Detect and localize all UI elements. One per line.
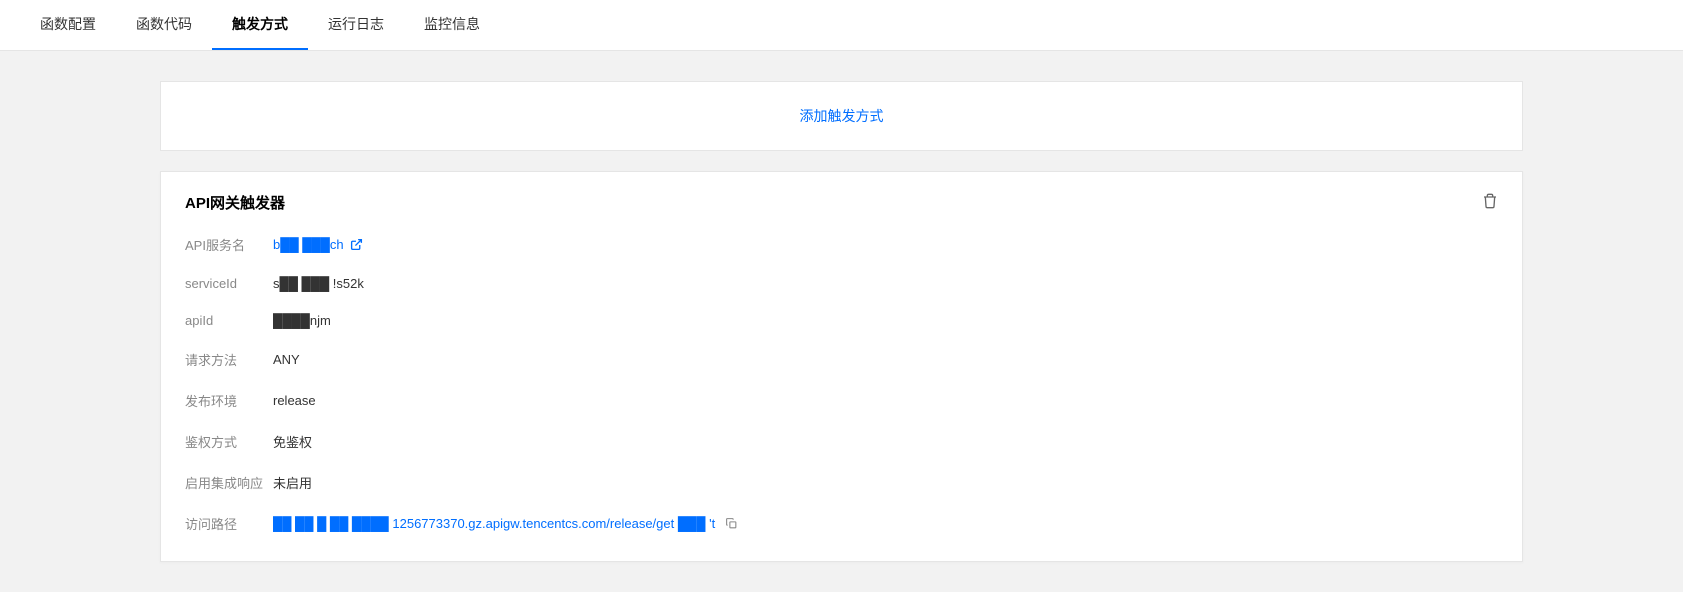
field-label: API服务名 [185, 235, 273, 254]
field-label: 鉴权方式 [185, 432, 273, 451]
tabs-bar: 函数配置 函数代码 触发方式 运行日志 监控信息 [0, 0, 1683, 51]
trigger-card: API网关触发器 API服务名 b██ ███ch [160, 171, 1523, 562]
auth-method-value: 免鉴权 [273, 432, 312, 451]
field-auth-method: 鉴权方式 免鉴权 [185, 432, 1498, 451]
field-api-id: apiId ████njm [185, 313, 1498, 328]
field-label: 访问路径 [185, 514, 273, 533]
content-area: 添加触发方式 API网关触发器 API服务名 b██ ███ch [0, 51, 1683, 592]
access-path-value: ██ ██ █ ██ ████ 1256773370.gz.apigw.tenc… [273, 516, 715, 531]
field-integration-response: 启用集成响应 未启用 [185, 473, 1498, 492]
access-path-link[interactable]: ██ ██ █ ██ ████ 1256773370.gz.apigw.tenc… [273, 516, 738, 531]
field-label: apiId [185, 313, 273, 328]
trash-icon [1482, 193, 1498, 212]
field-api-service-name: API服务名 b██ ███ch [185, 235, 1498, 254]
tab-function-config[interactable]: 函数配置 [20, 0, 116, 50]
field-service-id: serviceId s██ ███ !s52k [185, 276, 1498, 291]
field-access-path: 访问路径 ██ ██ █ ██ ████ 1256773370.gz.apigw… [185, 514, 1498, 533]
field-label: 启用集成响应 [185, 473, 273, 492]
api-service-name-value: b██ ███ch [273, 237, 344, 252]
external-link-icon [350, 238, 363, 251]
field-request-method: 请求方法 ANY [185, 350, 1498, 369]
delete-trigger-button[interactable] [1482, 193, 1498, 212]
service-id-value: s██ ███ !s52k [273, 276, 364, 291]
request-method-value: ANY [273, 352, 300, 367]
tab-trigger-method[interactable]: 触发方式 [212, 0, 308, 50]
release-env-value: release [273, 393, 316, 408]
trigger-title: API网关触发器 [185, 192, 285, 213]
field-label: 请求方法 [185, 350, 273, 369]
field-label: serviceId [185, 276, 273, 291]
integration-response-value: 未启用 [273, 473, 312, 492]
tab-run-logs[interactable]: 运行日志 [308, 0, 404, 50]
add-trigger-card: 添加触发方式 [160, 81, 1523, 151]
field-release-env: 发布环境 release [185, 391, 1498, 410]
copy-icon[interactable] [725, 517, 738, 530]
api-service-name-link[interactable]: b██ ███ch [273, 237, 363, 252]
field-label: 发布环境 [185, 391, 273, 410]
tab-function-code[interactable]: 函数代码 [116, 0, 212, 50]
tab-monitor-info[interactable]: 监控信息 [404, 0, 500, 50]
api-id-value: ████njm [273, 313, 331, 328]
add-trigger-link[interactable]: 添加触发方式 [800, 108, 884, 124]
trigger-header: API网关触发器 [185, 192, 1498, 213]
